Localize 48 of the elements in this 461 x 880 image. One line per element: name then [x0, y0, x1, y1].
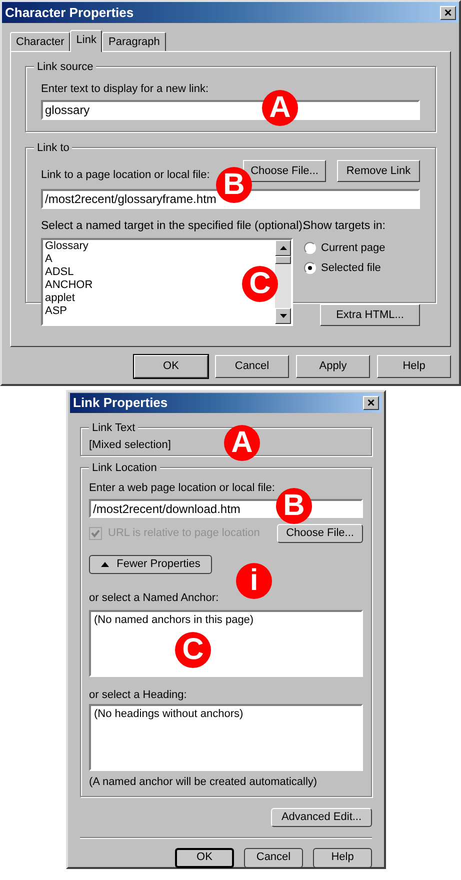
dialog-button[interactable]: Help — [377, 355, 451, 378]
choose-file-button[interactable]: Choose File... — [243, 160, 326, 182]
radio-label: Current page — [321, 240, 386, 256]
extra-html-button[interactable]: Extra HTML... — [320, 304, 420, 326]
radio-label: Selected file — [321, 260, 381, 276]
field-label: Select a named target in the specified file (optional): — [41, 218, 303, 234]
list-item: (No headings without anchors) — [94, 707, 244, 722]
note-text: (A named anchor will be created automatically) — [89, 775, 318, 790]
remove-link-button[interactable]: Remove Link — [337, 160, 420, 182]
advanced-edit-button[interactable]: Advanced Edit... — [271, 808, 372, 826]
caret-up-icon — [100, 562, 109, 567]
dialog-button[interactable]: Cancel — [215, 355, 289, 378]
dialog-button[interactable]: Cancel — [244, 848, 303, 868]
radio-button[interactable] — [304, 242, 316, 254]
choose-file-button[interactable]: Choose File... — [277, 524, 363, 543]
dialog-button[interactable]: OK — [134, 355, 208, 378]
scroll-up-button[interactable] — [275, 240, 291, 256]
list-item[interactable]: ADSL — [45, 266, 74, 279]
dialog-button[interactable]: Apply — [296, 355, 370, 378]
field-label: Link to a page location or local file: — [41, 168, 210, 183]
list-item[interactable]: A — [45, 252, 52, 266]
tab[interactable]: Paragraph — [102, 32, 166, 51]
dialog-button[interactable]: OK — [175, 848, 234, 868]
fewer-properties-button[interactable]: Fewer Properties — [89, 555, 212, 574]
list-item[interactable]: ASP — [45, 304, 68, 318]
field-label: or select a Heading: — [89, 688, 188, 702]
close-button[interactable]: × — [440, 6, 456, 20]
field-label: Enter a web page location or local file: — [89, 480, 275, 496]
window-title: Link Properties — [73, 394, 168, 412]
list-item[interactable]: ANCHOR — [45, 278, 93, 292]
list-item[interactable]: Glossary — [45, 240, 88, 253]
field-label: or select a Named Anchor: — [89, 591, 220, 606]
field-label: Enter text to display for a new link: — [41, 82, 210, 97]
scroll-down-icon — [280, 314, 286, 318]
link-text-value: [Mixed selection] — [89, 438, 171, 452]
scroll-down-button[interactable] — [275, 308, 291, 324]
scroll-bar[interactable] — [275, 240, 291, 324]
list-item[interactable]: applet — [45, 292, 75, 305]
close-button[interactable]: × — [363, 396, 379, 410]
scroll-up-icon — [280, 246, 286, 250]
list-box[interactable]: (No headings without anchors) — [89, 704, 363, 771]
radio-button[interactable] — [304, 262, 316, 274]
dialog-button[interactable]: Help — [313, 848, 372, 868]
list-item: (No named anchors in this page) — [94, 612, 255, 628]
tab[interactable]: Character — [10, 32, 70, 51]
tab[interactable]: Link — [70, 30, 102, 52]
field-label: Show targets in: — [303, 218, 386, 234]
window-title: Character Properties — [5, 4, 134, 22]
